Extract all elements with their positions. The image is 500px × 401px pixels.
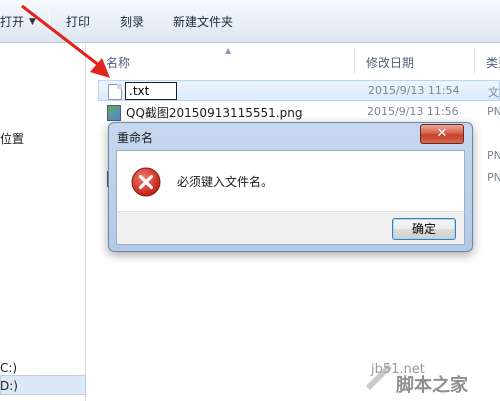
file-date: 2015/9/13 11:56 [367, 105, 459, 118]
column-separator[interactable] [354, 48, 355, 74]
open-button[interactable]: 打开 [0, 13, 24, 31]
rename-input[interactable]: .txt [125, 82, 177, 100]
nav-item-drive-d[interactable]: D:) [0, 379, 18, 393]
dialog-title: 重命名 [117, 131, 154, 145]
table-row[interactable]: QQ截图20150913115551.png 2015/9/13 11:56 P… [98, 102, 500, 123]
file-name: QQ截图20150913115551.png [126, 106, 303, 120]
image-file-icon [107, 105, 121, 121]
open-dropdown-arrow-icon[interactable]: ▼ [29, 13, 36, 31]
file-type: 文本文档 [488, 86, 500, 99]
column-separator[interactable] [474, 48, 475, 74]
command-bar: 打开 ▼ 打印 刻录 新建文件夹 [0, 0, 500, 43]
file-type: PNG [487, 149, 500, 162]
close-icon: ✕ [436, 126, 448, 141]
file-type: PNG [487, 105, 500, 118]
watermark-site-name: 脚本之家 [396, 375, 468, 396]
column-type-header[interactable]: 类型 [486, 54, 500, 71]
rename-error-dialog: 重命名 ✕ 必须键入文件名。 确定 [108, 122, 473, 252]
column-name-header[interactable]: 名称 [106, 54, 130, 71]
text-file-icon [108, 84, 122, 100]
nav-item-location[interactable]: 位置 [0, 130, 24, 147]
new-folder-button[interactable]: 新建文件夹 [173, 13, 233, 31]
sort-ascending-icon: ▲ [225, 46, 232, 55]
table-row[interactable]: .txt 2015/9/13 11:54 文本文档 [98, 80, 500, 101]
ok-button[interactable]: 确定 [392, 218, 456, 240]
navigation-pane: 位置 C:) D:) [0, 44, 86, 401]
close-button[interactable]: ✕ [420, 124, 464, 144]
dialog-body: 必须键入文件名。 [116, 150, 465, 212]
toolbar-separator [49, 9, 50, 33]
error-icon [131, 167, 161, 197]
column-date-header[interactable]: 修改日期 [366, 54, 414, 71]
column-header-bar: ▲ 名称 修改日期 类型 [88, 44, 500, 77]
file-date: 2015/9/13 11:54 [368, 84, 460, 97]
file-type: PNG [487, 171, 500, 184]
open-label: 打开 [0, 15, 25, 29]
nav-item-drive-c[interactable]: C:) [0, 361, 17, 375]
print-button[interactable]: 打印 [66, 13, 90, 31]
dialog-message: 必须键入文件名。 [177, 175, 274, 189]
dialog-footer: 确定 [116, 211, 465, 245]
burn-button[interactable]: 刻录 [120, 13, 144, 31]
